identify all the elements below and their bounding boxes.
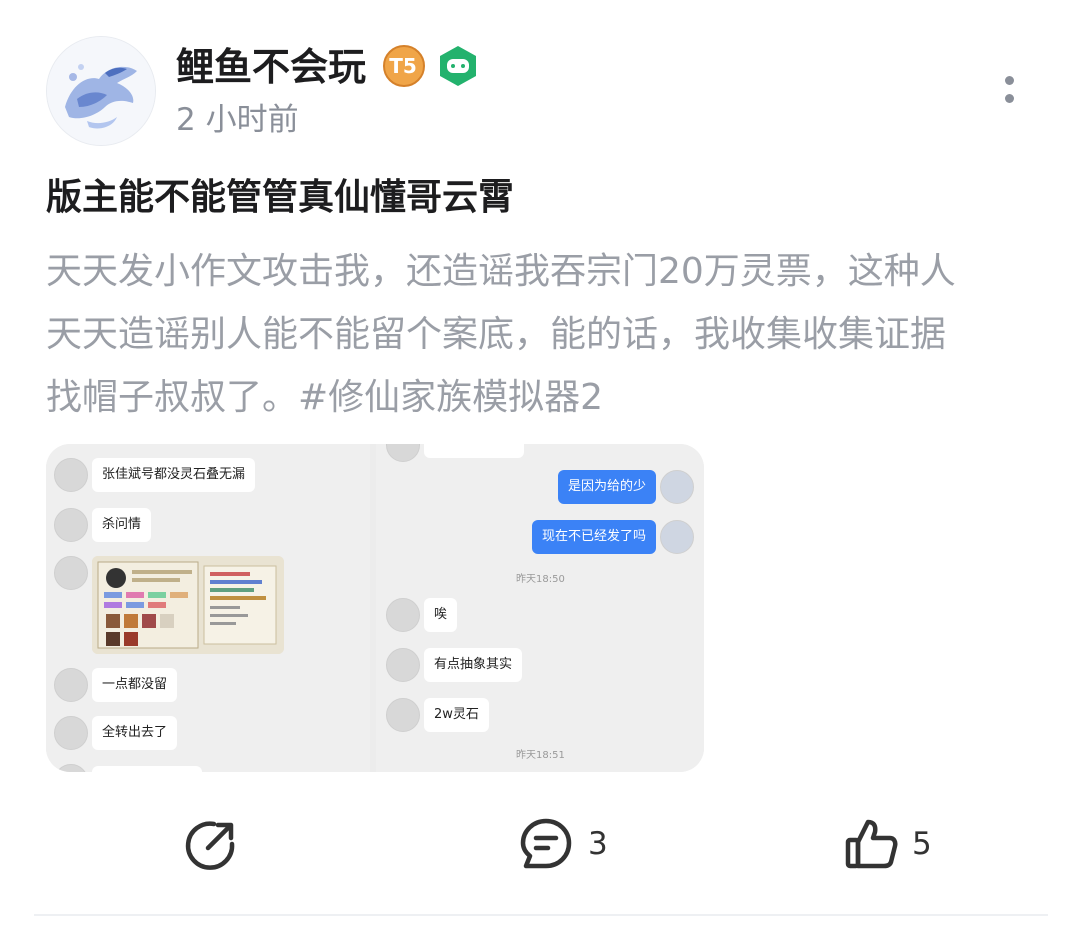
chat-avatar xyxy=(54,556,88,590)
comment-button[interactable]: 3 xyxy=(518,814,628,874)
more-options-button[interactable] xyxy=(990,70,1030,110)
more-dot-icon xyxy=(1005,76,1014,85)
chat-avatar xyxy=(54,668,88,702)
author-name[interactable]: 鲤鱼不会玩 xyxy=(176,44,366,90)
chat-avatar xyxy=(386,444,420,462)
chat-bubble: 杀问情 xyxy=(92,508,152,542)
thumbs-up-icon xyxy=(845,819,898,869)
avatar-painting-icon xyxy=(47,37,155,145)
post-body-line: 天天发小作文攻击我，还造谣我吞宗门20万灵票，这种人 xyxy=(46,251,956,292)
chat-avatar xyxy=(386,648,420,682)
post-body-line: 天天造谣别人能不能留个案底，能的话，我收集收集证据 xyxy=(46,314,947,355)
chat-avatar xyxy=(386,598,420,632)
like-count: 5 xyxy=(912,826,932,862)
comment-icon xyxy=(520,818,572,869)
like-button[interactable]: 5 xyxy=(844,814,944,874)
chat-bubble: 有点抽象其实 xyxy=(424,648,523,682)
gamepad-badge-icon xyxy=(436,44,480,88)
comment-count: 3 xyxy=(588,826,608,862)
chat-avatar xyxy=(54,764,88,772)
chat-bubble-mine: 是因为给的少 xyxy=(557,470,656,504)
chat-bubble: 张佳斌号都没灵石叠无漏 xyxy=(92,458,256,492)
divider xyxy=(34,914,1048,916)
level-badge-text: T5 xyxy=(389,54,417,78)
chat-bubble-cut xyxy=(424,444,524,458)
chat-bubble: 唉 xyxy=(424,598,458,632)
author-avatar[interactable] xyxy=(46,36,156,146)
share-icon xyxy=(185,821,235,870)
gallery-image-2[interactable]: 是因为给的少 现在不已经发了吗 昨天18:50 唉 有点抽象其实 2w灵石 昨天… xyxy=(376,444,704,772)
post-title[interactable]: 版主能不能管管真仙懂哥云霄 xyxy=(46,174,514,222)
chat-bubble-cut xyxy=(92,766,202,772)
chat-avatar-me xyxy=(660,520,694,554)
chat-avatar-me xyxy=(660,470,694,504)
image-gallery[interactable]: 张佳斌号都没灵石叠无漏 杀问情 一点都没留 全转出去了 是因为给的少 现在不已经… xyxy=(46,444,704,772)
chat-bubble: 一点都没留 xyxy=(92,668,178,702)
chat-avatar xyxy=(54,458,88,492)
more-dot-icon xyxy=(1005,94,1014,103)
chat-bubble: 2w灵石 xyxy=(424,698,489,732)
gallery-image-1[interactable]: 张佳斌号都没灵石叠无漏 杀问情 一点都没留 全转出去了 xyxy=(46,444,370,772)
chat-avatar xyxy=(386,698,420,732)
post-body-line: 找帽子叔叔了。#修仙家族模拟器2 xyxy=(46,377,604,418)
chat-avatar xyxy=(54,508,88,542)
level-badge-icon: T5 xyxy=(382,44,426,88)
chat-bubble-mine: 现在不已经发了吗 xyxy=(531,520,656,554)
chat-timestamp: 昨天18:51 xyxy=(516,750,565,761)
game-screenshot-image xyxy=(92,556,284,654)
chat-avatar xyxy=(54,716,88,750)
chat-bubble: 全转出去了 xyxy=(92,716,178,750)
post-time: 2 小时前 xyxy=(176,102,299,138)
chat-timestamp: 昨天18:50 xyxy=(516,574,565,585)
post-body[interactable]: 天天发小作文攻击我，还造谣我吞宗门20万灵票，这种人 天天造谣别人能不能留个案底… xyxy=(46,240,1036,429)
share-button[interactable] xyxy=(184,814,244,874)
